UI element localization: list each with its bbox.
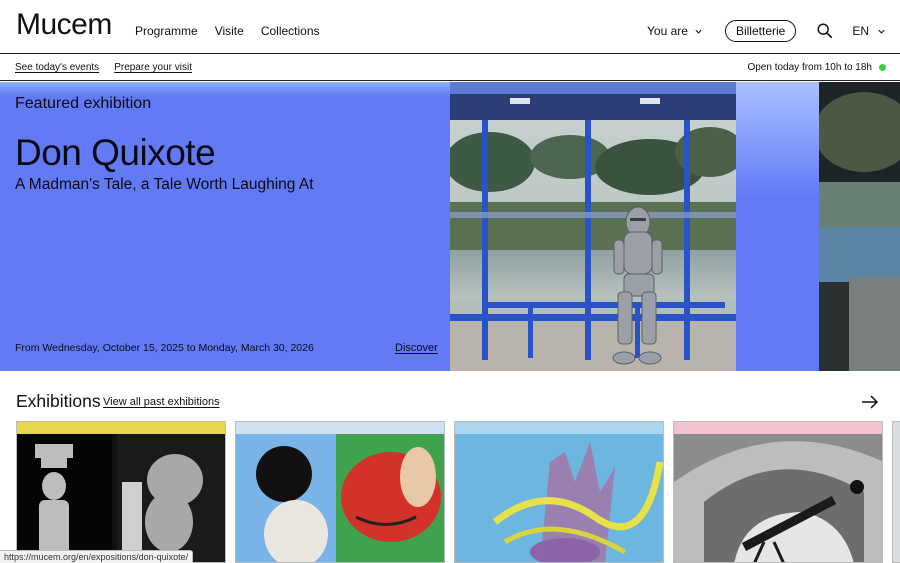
opening-hours-text: Open today from 10h to 18h	[747, 62, 872, 73]
search-icon[interactable]	[816, 22, 834, 40]
exhibition-card-2[interactable]	[235, 421, 445, 563]
exhibition-card-image	[236, 422, 444, 562]
hero-label: Featured exhibition	[15, 95, 152, 112]
hero-title[interactable]: Don Quixote	[15, 132, 216, 174]
hero-subtitle: A Madman's Tale, a Tale Worth Laughing A…	[15, 176, 314, 193]
exhibition-card-1[interactable]	[16, 421, 226, 563]
main-nav: Programme Visite Collections	[135, 24, 320, 38]
you-are-label: You are	[647, 24, 688, 38]
exhibition-card-image	[674, 422, 882, 562]
knight-bus-shelter-image	[450, 82, 736, 371]
language-selector[interactable]: EN	[852, 24, 886, 38]
nav-collections[interactable]: Collections	[261, 24, 320, 38]
next-slide-preview-image[interactable]	[819, 82, 900, 371]
quick-links: See today's events Prepare your visit	[15, 62, 192, 73]
arrow-right-icon[interactable]	[860, 393, 880, 411]
nav-visite[interactable]: Visite	[215, 24, 244, 38]
sub-bar: See today's events Prepare your visit Op…	[0, 55, 900, 81]
past-exhibitions-link[interactable]: View all past exhibitions	[103, 396, 220, 408]
exhibition-card-image	[455, 422, 663, 562]
hero-gradient-band	[0, 82, 450, 96]
prepare-visit-link[interactable]: Prepare your visit	[114, 62, 192, 73]
exhibition-card-4[interactable]	[673, 421, 883, 563]
exhibition-card-image	[17, 422, 225, 562]
nav-programme[interactable]: Programme	[135, 24, 198, 38]
link-status-url: https://mucem.org/en/expositions/don-qui…	[0, 550, 194, 563]
hero-color-strip	[736, 82, 819, 371]
exhibition-card-3[interactable]	[454, 421, 664, 563]
billetterie-button[interactable]: Billetterie	[724, 20, 797, 42]
opening-hours: Open today from 10h to 18h	[747, 62, 886, 73]
you-are-dropdown[interactable]: You are	[647, 24, 703, 38]
header-right: You are Billetterie EN	[647, 18, 886, 44]
site-header: Mucem Programme Visite Collections You a…	[0, 0, 900, 54]
open-status-dot	[879, 64, 886, 71]
mucem-logo[interactable]: Mucem	[16, 8, 112, 42]
exhibition-card-image	[893, 422, 900, 562]
featured-exhibition-hero[interactable]: Featured exhibition Don Quixote A Madman…	[0, 82, 900, 371]
discover-link[interactable]: Discover	[395, 342, 438, 354]
exhibitions-heading: Exhibitions	[16, 391, 101, 411]
chevron-down-icon	[695, 29, 702, 34]
exhibition-card-5-partial[interactable]	[892, 421, 900, 563]
chevron-down-icon	[878, 29, 885, 34]
todays-events-link[interactable]: See today's events	[15, 62, 99, 73]
hero-dates: From Wednesday, October 15, 2025 to Mond…	[15, 342, 314, 354]
language-label: EN	[852, 24, 869, 38]
